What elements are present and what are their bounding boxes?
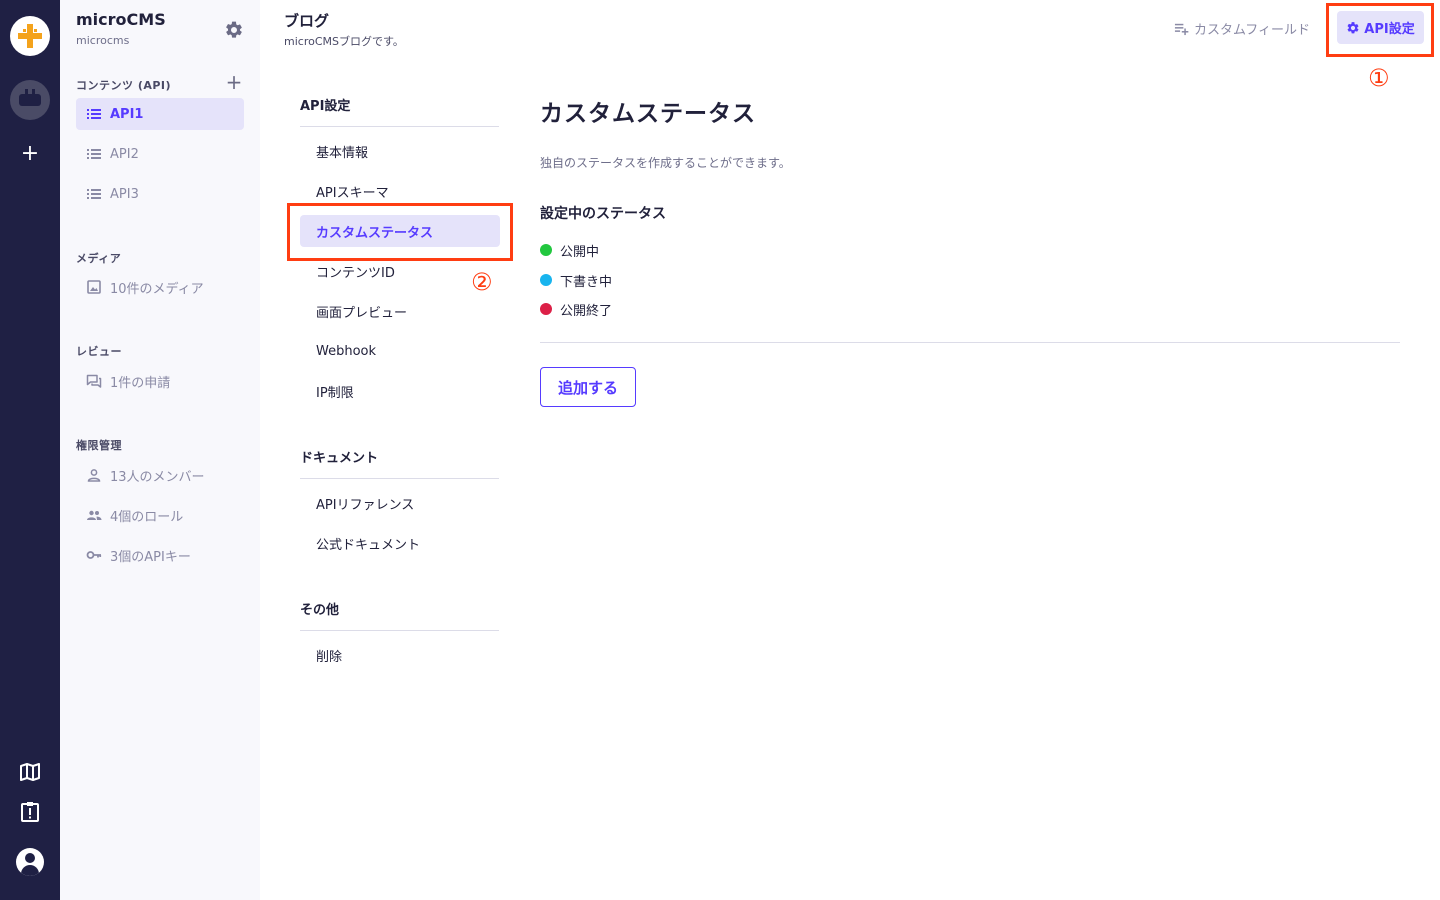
sidebar-item-label: 1件の申請	[110, 375, 171, 391]
divider	[540, 342, 1400, 343]
sidebar-item-api2[interactable]: API2	[76, 138, 244, 170]
review-section-title: レビュー	[76, 345, 122, 358]
sidebar-item-label: 13人のメンバー	[110, 469, 205, 485]
page-description: 独自のステータスを作成することができます。	[540, 156, 791, 170]
api-description: microCMSブログです。	[284, 35, 404, 48]
service-name: microCMS	[76, 10, 166, 29]
image-icon	[86, 279, 102, 295]
sidebar-item-label: 4個のロール	[110, 509, 184, 525]
menu-item-delete[interactable]: 削除	[300, 639, 500, 671]
permission-section-title: 権限管理	[76, 439, 122, 452]
sidebar-item-api1[interactable]: API1	[76, 98, 244, 130]
status-item: 下書き中	[540, 270, 612, 290]
add-api-icon[interactable]: +	[224, 72, 244, 92]
status-dot-draft	[540, 274, 552, 286]
menu-item-basic-info[interactable]: 基本情報	[300, 135, 500, 167]
service-id: microcms	[76, 34, 130, 47]
account-icon[interactable]	[16, 848, 44, 876]
sidebar-item-apikeys[interactable]: 3個のAPIキー	[76, 539, 244, 571]
sidebar-item-api3[interactable]: API3	[76, 178, 244, 210]
page-title: カスタムステータス	[540, 101, 756, 127]
current-status-title: 設定中のステータス	[540, 206, 666, 222]
microcms-logo-icon[interactable]	[10, 16, 50, 56]
annotation-box-1	[1326, 3, 1434, 57]
person-icon	[86, 467, 102, 483]
custom-field-label: カスタムフィールド	[1194, 22, 1310, 38]
list-icon	[86, 186, 102, 202]
clipboard-alert-icon[interactable]	[18, 800, 42, 824]
annotation-marker-2: ②	[471, 268, 493, 296]
menu-item-official-docs[interactable]: 公式ドキュメント	[300, 527, 500, 559]
menu-item-webhook[interactable]: Webhook	[300, 335, 500, 367]
sidebar-item-roles[interactable]: 4個のロール	[76, 499, 244, 531]
contents-section-title: コンテンツ (API)	[76, 79, 172, 92]
menu-group-other: その他	[300, 599, 499, 631]
status-dot-closed	[540, 303, 552, 315]
menu-group-api-settings: API設定	[300, 95, 499, 127]
key-icon	[86, 547, 102, 563]
status-label: 下書き中	[560, 274, 613, 290]
people-icon	[86, 507, 102, 523]
add-status-button[interactable]: 追加する	[540, 367, 636, 407]
sidebar-item-label: 10件のメディア	[110, 281, 204, 297]
sidebar-item-label: 3個のAPIキー	[110, 549, 191, 565]
media-section-title: メディア	[76, 252, 122, 265]
api-title: ブログ	[284, 12, 330, 30]
list-icon	[86, 146, 102, 162]
annotation-marker-1: ①	[1368, 64, 1390, 92]
status-dot-published	[540, 244, 552, 256]
custom-field-button[interactable]: カスタムフィールド	[1174, 17, 1310, 39]
chat-icon	[86, 373, 102, 389]
service-sidebar: microCMS microcms コンテンツ (API) + API1 API…	[60, 0, 260, 900]
sidebar-item-label: API2	[110, 146, 139, 162]
menu-item-screen-preview[interactable]: 画面プレビュー	[300, 295, 500, 327]
sidebar-item-review[interactable]: 1件の申請	[76, 365, 244, 397]
sidebar-item-media[interactable]: 10件のメディア	[76, 271, 244, 303]
playlist-add-icon	[1174, 23, 1189, 35]
service-icon[interactable]	[10, 80, 50, 120]
sidebar-item-members[interactable]: 13人のメンバー	[76, 459, 244, 491]
status-label: 公開終了	[560, 303, 613, 319]
menu-item-ip-restriction[interactable]: IP制限	[300, 375, 500, 407]
sidebar-item-label: API1	[110, 106, 144, 122]
gear-icon[interactable]	[224, 20, 244, 40]
add-service-icon[interactable]: +	[18, 142, 42, 166]
status-item: 公開中	[540, 240, 599, 260]
map-icon[interactable]	[18, 760, 42, 784]
menu-item-api-reference[interactable]: APIリファレンス	[300, 487, 500, 519]
status-label: 公開中	[560, 244, 600, 260]
menu-group-documents: ドキュメント	[300, 447, 499, 479]
annotation-box-2	[287, 203, 513, 261]
list-icon	[86, 106, 102, 122]
global-rail: +	[0, 0, 60, 900]
sidebar-item-label: API3	[110, 186, 139, 202]
status-item: 公開終了	[540, 299, 612, 319]
